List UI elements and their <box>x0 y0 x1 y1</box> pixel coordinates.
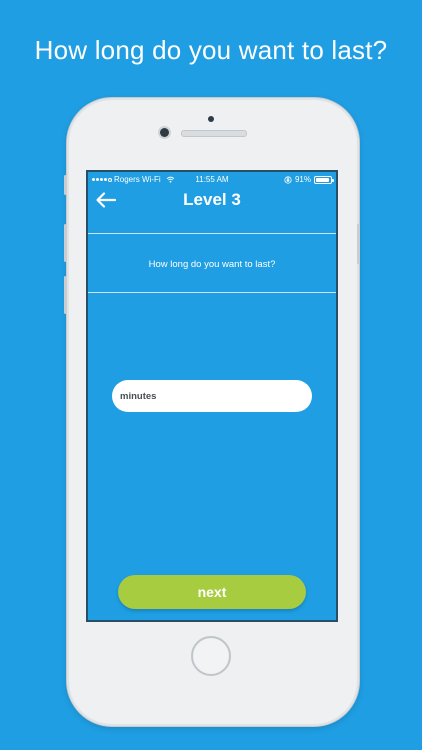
mute-switch <box>64 175 67 195</box>
proximity-sensor <box>208 116 214 122</box>
earpiece-speaker <box>181 130 247 137</box>
power-button <box>357 224 360 264</box>
battery-level <box>316 177 329 182</box>
rotation-lock-icon <box>284 175 292 184</box>
question-text: How long do you want to last? <box>148 259 276 270</box>
top-divider <box>88 233 336 234</box>
marketing-headline: How long do you want to last? <box>34 35 388 65</box>
front-camera <box>160 128 169 137</box>
battery-icon <box>314 175 334 184</box>
home-button[interactable] <box>191 636 231 676</box>
volume-up-button <box>64 224 67 262</box>
page-title: Level 3 <box>183 190 241 209</box>
bottom-divider <box>88 292 336 293</box>
minutes-input[interactable] <box>112 380 312 412</box>
battery-percent: 91% <box>294 175 311 184</box>
navigation-bar: Level 3 <box>88 186 336 214</box>
app-screen: Rogers Wi-Fi 11:55 AM 91% Level 3 How lo… <box>86 170 338 622</box>
status-right: 91% <box>284 175 334 184</box>
app-store-screenshot: { "headline": "How long do you want to l… <box>0 0 422 750</box>
next-button[interactable]: next <box>118 575 306 609</box>
volume-down-button <box>64 276 67 314</box>
